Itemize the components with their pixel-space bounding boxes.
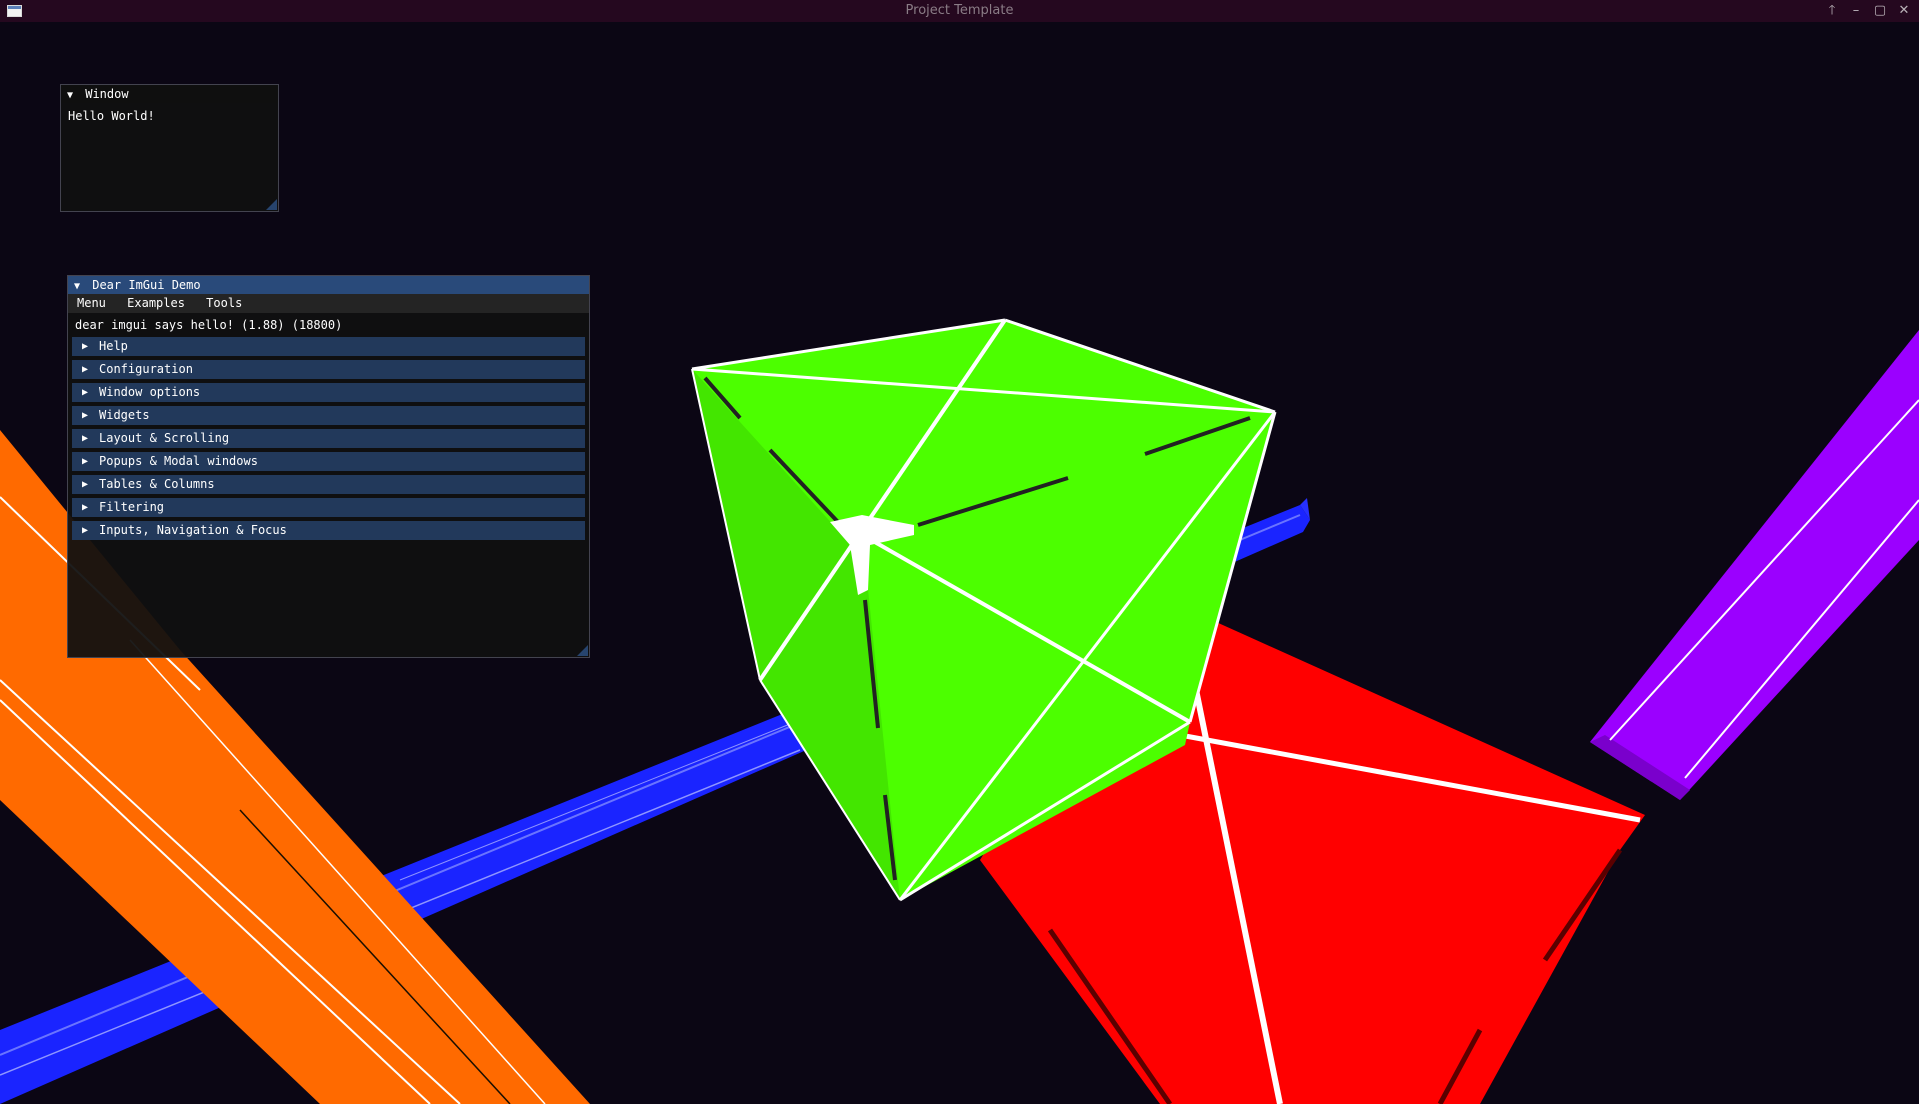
section-layout-scrolling[interactable]: ▶ Layout & Scrolling: [72, 429, 585, 448]
section-label: Widgets: [99, 408, 150, 422]
demo-window-title: Dear ImGui Demo: [92, 278, 201, 292]
window-title: Project Template: [905, 3, 1014, 18]
section-configuration[interactable]: ▶ Configuration: [72, 360, 585, 379]
demo-menubar: Menu Examples Tools: [68, 294, 589, 313]
demo-titlebar[interactable]: ▼ Dear ImGui Demo: [68, 276, 589, 294]
imgui-demo-window[interactable]: ▼ Dear ImGui Demo Menu Examples Tools de…: [67, 275, 590, 658]
section-window-options[interactable]: ▶ Window options: [72, 383, 585, 402]
section-label: Layout & Scrolling: [99, 431, 230, 445]
section-widgets[interactable]: ▶ Widgets: [72, 406, 585, 425]
section-tables-columns[interactable]: ▶ Tables & Columns: [72, 475, 585, 494]
section-filtering[interactable]: ▶ Filtering: [72, 498, 585, 517]
imgui-window-small[interactable]: ▼ Window Hello World!: [60, 84, 279, 212]
expand-arrow-icon: ▶: [82, 410, 89, 421]
hello-line: dear imgui says hello! (1.88) (18800): [68, 313, 589, 333]
section-label: Window options: [99, 385, 201, 399]
section-label: Filtering: [99, 500, 165, 514]
window-titlebar: Project Template 🡑 – ▢ ✕: [0, 0, 1919, 22]
menu-tools[interactable]: Tools: [206, 296, 242, 310]
section-label: Popups & Modal windows: [99, 454, 258, 468]
menu-examples[interactable]: Examples: [127, 296, 185, 310]
keep-above-icon[interactable]: 🡑: [1823, 2, 1841, 20]
purple-cube: [1590, 330, 1919, 800]
expand-arrow-icon: ▶: [82, 456, 89, 467]
resize-grip-icon[interactable]: [266, 199, 277, 210]
section-popups-modal[interactable]: ▶ Popups & Modal windows: [72, 452, 585, 471]
minimize-button[interactable]: –: [1847, 2, 1865, 20]
section-label: Tables & Columns: [99, 477, 215, 491]
section-inputs-navigation[interactable]: ▶ Inputs, Navigation & Focus: [72, 521, 585, 540]
section-help[interactable]: ▶ Help: [72, 337, 585, 356]
close-button[interactable]: ✕: [1895, 2, 1913, 20]
collapse-arrow-icon[interactable]: ▼: [67, 87, 78, 105]
section-label: Inputs, Navigation & Focus: [99, 523, 287, 537]
expand-arrow-icon: ▶: [82, 387, 89, 398]
hello-world-text: Hello World!: [68, 109, 155, 123]
resize-grip-icon[interactable]: [577, 645, 588, 656]
expand-arrow-icon: ▶: [82, 364, 89, 375]
expand-arrow-icon: ▶: [82, 525, 89, 536]
menu-menu[interactable]: Menu: [77, 296, 106, 310]
window-body-small: Hello World!: [61, 103, 278, 129]
section-label: Configuration: [99, 362, 193, 376]
expand-arrow-icon: ▶: [82, 341, 89, 352]
expand-arrow-icon: ▶: [82, 479, 89, 490]
maximize-button[interactable]: ▢: [1871, 2, 1889, 20]
expand-arrow-icon: ▶: [82, 433, 89, 444]
window-titlebar-small[interactable]: ▼ Window: [61, 85, 278, 103]
imgui-hello-text: dear imgui says hello! (1.88) (18800): [75, 318, 343, 332]
expand-arrow-icon: ▶: [82, 502, 89, 513]
window-title-small: Window: [85, 87, 129, 101]
section-label: Help: [99, 339, 128, 353]
